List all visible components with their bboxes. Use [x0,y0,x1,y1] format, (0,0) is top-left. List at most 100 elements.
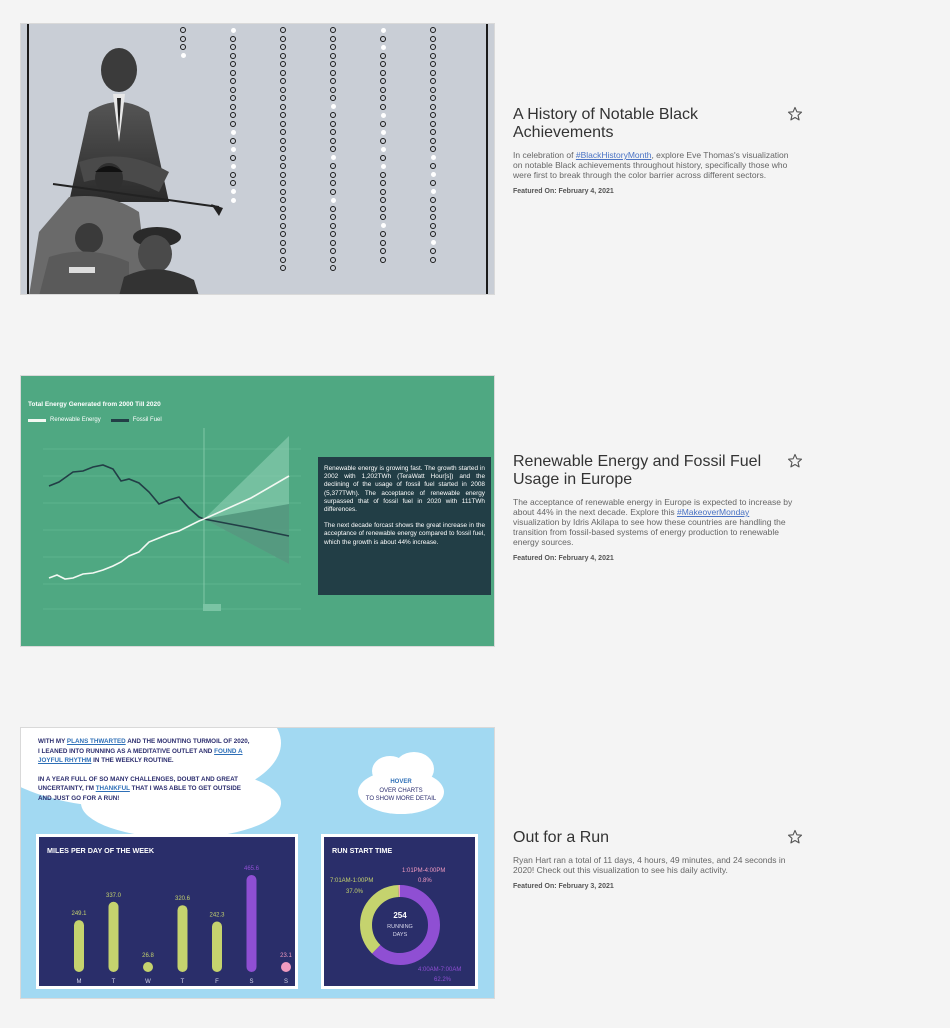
bar[interactable] [177,905,188,972]
achievement-dot [430,112,436,119]
viz-title[interactable]: Out for a Run [513,829,763,847]
achievement-dot [330,231,336,238]
achievement-dot [430,256,436,263]
achievement-dot [280,137,286,144]
achievement-dot [230,154,236,161]
bar[interactable] [143,962,153,972]
achievement-dot [430,240,436,246]
achievement-dot [430,214,436,221]
achievement-dot [330,112,336,119]
achievement-dot [230,103,236,110]
achievement-dot [230,27,236,33]
achievement-dot [330,35,336,42]
bar-value-label: 26.8 [142,953,154,959]
portrait-collage-image [29,48,223,294]
achievement-dot [230,112,236,119]
achievement-dot [330,86,336,93]
achievement-dot [330,44,336,51]
achievement-dot [430,155,436,161]
achievement-dot [280,44,286,51]
viz-title[interactable]: A History of Notable Black Achievements [513,106,763,142]
achievement-dot [430,180,436,187]
bar-value-label: 465.6 [244,866,260,872]
x-tick-label: M [77,979,82,985]
achievement-dot [380,256,386,263]
desc-text: Ryan Hart ran a total of 11 days, 4 hour… [513,855,786,875]
achievement-dot [280,171,286,178]
achievement-dot [380,231,386,238]
achievement-dot [380,205,386,212]
achievement-dot [230,78,236,85]
run-start-time-panel[interactable]: RUN START TIME 254 RUNNING DAYS 7:01AM-1… [321,834,478,989]
achievement-dot [280,239,286,246]
donut-center-value: 254 [393,911,407,920]
bar[interactable] [212,921,222,972]
viz-title[interactable]: Renewable Energy and Fossil Fuel Usage i… [513,453,763,489]
achievement-dot [230,129,236,135]
bar[interactable] [246,875,257,972]
achievement-dot [330,52,336,59]
star-outline-icon[interactable] [787,106,803,122]
achievement-dot [380,137,386,144]
card-info: Renewable Energy and Fossil Fuel Usage i… [513,453,813,562]
achievement-dot [280,256,286,263]
achievement-dot [380,188,386,195]
annotation-text: Renewable energy is growing fast. The gr… [324,465,485,514]
achievement-dot [280,146,286,153]
achievement-dot [380,95,386,102]
achievement-dot [380,129,386,135]
achievement-dot [330,104,336,110]
viz-thumbnail[interactable]: Total Energy Generated from 2000 Till 20… [20,375,495,647]
achievement-dot [280,248,286,255]
annotation-box: Renewable energy is growing fast. The gr… [318,457,491,595]
energy-line-chart [43,428,301,611]
viz-thumbnail[interactable] [20,23,495,295]
achievement-dot [230,69,236,76]
star-outline-icon[interactable] [787,453,803,469]
bar[interactable] [74,920,84,972]
dot-column [279,26,287,273]
viz-thumbnail[interactable]: With my plans thwarted and the mounting … [20,727,495,999]
x-tick-label: F [215,979,219,985]
achievement-dot [380,44,386,50]
desc-text: The acceptance of renewable energy in Eu… [513,497,793,517]
achievement-dot [380,239,386,246]
achievement-dot [280,52,286,59]
miles-bar-chart: 249.1 M 337.0 T 26.8 W 320.6 T 242.3 F 465.6 S 23.1 S [71,866,292,985]
miles-per-day-panel[interactable]: MILES PER DAY OF THE WEEK 249.1 M 337.0 T 26… [36,834,298,989]
achievement-dot [380,120,386,127]
achievement-dot [330,69,336,76]
achievement-dot [230,44,236,51]
achievement-dot [380,78,386,85]
bar[interactable] [281,962,291,972]
hover-text: to show more detail [365,796,437,802]
bar[interactable] [108,901,119,972]
achievement-dot [280,231,286,238]
bar-value-label: 242.3 [209,913,225,919]
hashtag-link[interactable]: #BlackHistoryMonth [576,150,652,160]
star-outline-icon[interactable] [787,829,803,845]
achievement-dot [430,146,436,153]
x-tick-label: T [181,979,185,985]
donut-center-label: RUNNING [387,924,413,930]
achievement-dot [430,205,436,212]
hashtag-link[interactable]: #MakeoverMonday [677,507,749,517]
achievement-dot [430,137,436,144]
achievement-dot [380,112,386,118]
achievement-dot [380,154,386,161]
achievement-dot [380,35,386,42]
achievement-dot [230,197,236,203]
featured-date: Featured On: February 4, 2021 [513,188,614,195]
intro-text-part: in the weekly routine. [91,757,174,765]
achievement-dot [380,146,386,152]
achievement-dot [330,61,336,68]
achievement-dot [330,78,336,85]
achievement-dot [430,95,436,102]
achievement-dot [230,61,236,68]
donut-label: 7:01AM-1:00PM [330,878,373,884]
achievement-dot [330,256,336,263]
achievement-dot [280,27,286,34]
achievement-dot [430,86,436,93]
achievement-dot [330,188,336,195]
hover-hint-cloud: Hover over charts to show more detail [354,752,448,814]
